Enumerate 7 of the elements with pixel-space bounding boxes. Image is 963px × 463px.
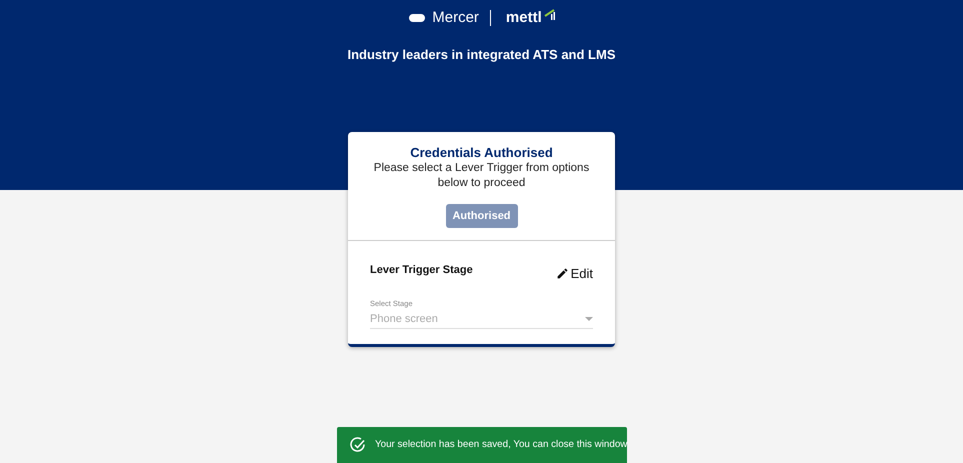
brand-name: mettl (506, 9, 542, 26)
section-title: Lever Trigger Stage (370, 264, 473, 276)
card-title: Credentials Authorised (410, 145, 553, 160)
tagline: Industry leaders in integrated ATS and LMS (348, 47, 616, 62)
card-message: Please select a Lever Trigger from options below to proceed (372, 161, 590, 191)
edit-link[interactable]: Edit (556, 266, 593, 281)
brand-name: Mercer (432, 9, 479, 26)
